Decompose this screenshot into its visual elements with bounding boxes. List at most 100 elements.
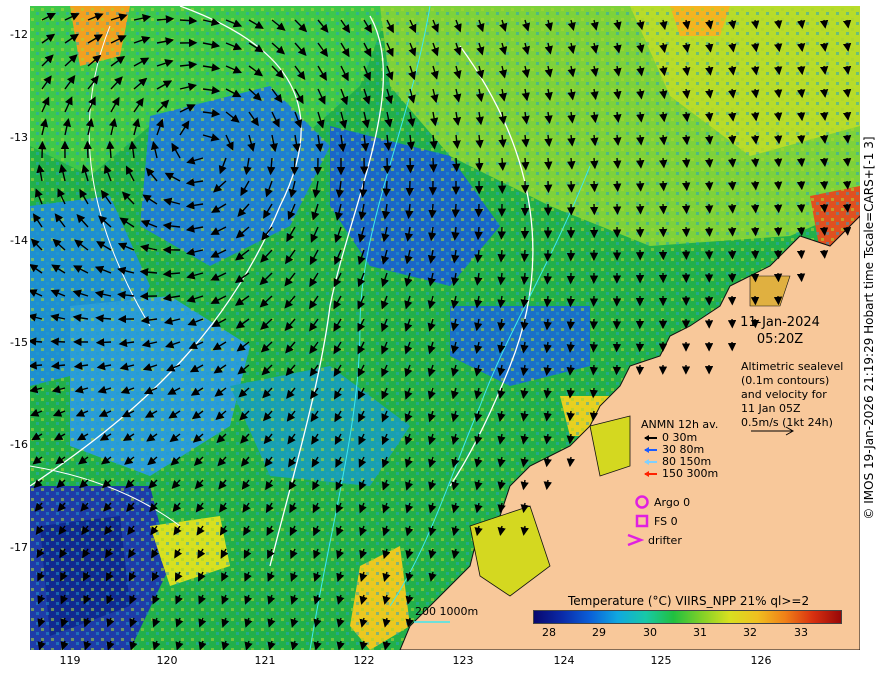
velocity-arrow [428, 203, 437, 219]
velocity-arrow [796, 111, 806, 122]
velocity-arrow [819, 111, 829, 121]
velocity-arrow [727, 157, 737, 168]
velocity-arrow [543, 295, 552, 308]
fs-label: FS 0 [654, 514, 678, 528]
velocity-arrow [475, 157, 484, 172]
velocity-arrow [727, 134, 737, 145]
desc-line-3: and velocity for [741, 388, 827, 401]
velocity-arrow [750, 226, 760, 237]
argo-label: Argo 0 [654, 495, 691, 509]
velocity-arrow [50, 337, 66, 346]
velocity-arrow [773, 203, 783, 214]
velocity-arrow [796, 272, 806, 283]
velocity-arrow [612, 203, 622, 215]
arrow-lightblue-icon [644, 458, 657, 465]
velocity-arrow [290, 157, 299, 176]
credit-text: © IMOS 19-Jan-2026 21:19:29 Hobart time … [858, 8, 880, 648]
velocity-arrow [842, 111, 852, 121]
credit-label: © IMOS 19-Jan-2026 21:19:29 Hobart time … [862, 136, 876, 520]
argo-legend: Argo 0 [634, 494, 690, 510]
velocity-arrow [819, 180, 829, 190]
velocity-arrow [429, 157, 438, 173]
velocity-arrow [590, 157, 599, 170]
scale-arrow-icon [751, 426, 795, 436]
time-label: 05:20Z [756, 332, 804, 347]
drifter-label: drifter [648, 533, 682, 547]
arrow-red-icon [644, 470, 657, 477]
anmn-legend-title: ANMN 12h av. [641, 418, 719, 431]
lon-label-120: 120 [156, 654, 178, 667]
velocity-arrow [566, 387, 575, 399]
velocity-arrow [543, 180, 553, 194]
desc-line-2: (0.1m contours) [741, 374, 830, 387]
lon-label-122: 122 [353, 654, 375, 667]
velocity-arrow [179, 16, 198, 25]
velocity-arrow [819, 157, 829, 167]
colorbar-tick: 32 [743, 626, 757, 639]
desc-line-4: 11 Jan 05Z [741, 402, 801, 415]
bathymetry-label: 200 1000m [415, 605, 479, 618]
velocity-arrow [750, 180, 760, 191]
velocity-arrow [727, 180, 737, 191]
velocity-arrow [773, 272, 783, 283]
velocity-arrow [521, 157, 530, 171]
velocity-arrow [705, 134, 714, 145]
velocity-arrow [520, 249, 529, 263]
velocity-arrow [659, 157, 668, 169]
velocity-arrow [842, 226, 852, 236]
velocity-arrow [773, 180, 783, 191]
velocity-arrow [704, 203, 714, 214]
velocity-arrow [773, 134, 783, 145]
velocity-arrow [83, 140, 92, 159]
velocity-arrow [658, 180, 668, 192]
velocity-arrow [589, 387, 599, 399]
datetime-block: 11-Jan-2024 05:20Z [730, 314, 830, 348]
colorbar [533, 610, 842, 624]
velocity-arrow [497, 249, 506, 263]
velocity-arrow [796, 249, 806, 260]
velocity-arrow [589, 318, 599, 330]
date-label: 11-Jan-2024 [740, 315, 820, 330]
argo-circle-icon [635, 495, 649, 509]
velocity-arrow [842, 134, 852, 144]
velocity-arrow [842, 203, 852, 213]
velocity-arrow [819, 249, 829, 259]
velocity-arrow [635, 203, 645, 215]
velocity-arrow [658, 203, 668, 215]
velocity-arrow [567, 180, 576, 193]
velocity-arrow [543, 272, 552, 285]
velocity-arrow [819, 226, 829, 236]
lat-label-17: -17 [10, 541, 28, 554]
fs-square-icon [635, 514, 649, 528]
velocity-arrow [796, 226, 806, 237]
velocity-arrow [727, 226, 737, 237]
velocity-arrow [498, 157, 507, 171]
arrow-black-icon [644, 434, 657, 441]
velocity-arrow [796, 203, 806, 214]
lon-label-126: 126 [750, 654, 772, 667]
velocity-arrow [497, 226, 506, 240]
desc-line-1: Altimetric sealevel [741, 360, 844, 373]
lat-label-12: -12 [10, 28, 28, 41]
velocity-arrow [681, 226, 691, 238]
fs-legend: FS 0 [634, 513, 678, 529]
drifter-chevron-icon [627, 533, 644, 547]
velocity-arrow [682, 157, 691, 169]
velocity-arrow [382, 180, 391, 197]
velocity-arrow [566, 318, 575, 331]
velocity-arrow [474, 226, 483, 241]
velocity-arrow [405, 180, 414, 197]
velocity-arrow [451, 203, 460, 218]
colorbar-title: Temperature (°C) VIIRS_NPP 21% ql>=2 [568, 594, 810, 608]
velocity-arrow [682, 134, 691, 146]
colorbar-tick: 30 [643, 626, 657, 639]
velocity-arrow [520, 272, 529, 285]
colorbar-tick: 33 [794, 626, 808, 639]
velocity-arrow [566, 456, 575, 468]
velocity-arrow [452, 157, 461, 173]
anmn-legend-item: 150 300m [644, 467, 718, 480]
lat-label-14: -14 [10, 234, 28, 247]
velocity-arrow [566, 295, 576, 308]
velocity-arrow [681, 180, 691, 192]
velocity-arrow [567, 157, 576, 170]
